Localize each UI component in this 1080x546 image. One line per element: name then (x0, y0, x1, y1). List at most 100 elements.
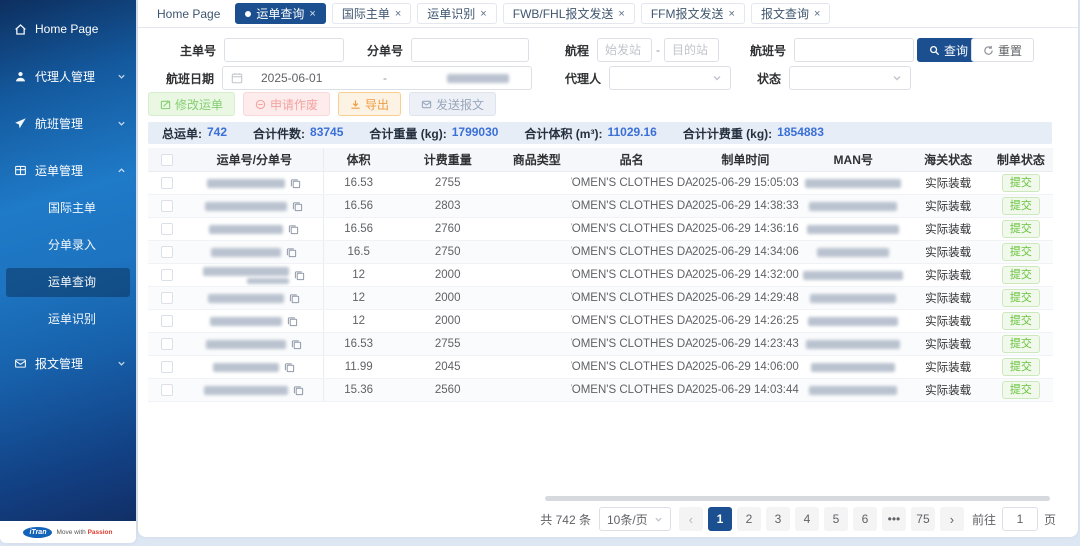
tab-label: FFM报文发送 (650, 7, 724, 21)
sidebar-item-home[interactable]: Home Page (0, 14, 136, 44)
page-button[interactable]: 4 (794, 507, 819, 531)
copy-icon[interactable] (287, 316, 298, 327)
copy-icon[interactable] (291, 339, 302, 350)
page-button[interactable]: 1 (707, 507, 732, 531)
tab-message-query[interactable]: 报文查询 × (750, 3, 831, 24)
cell-product-name: WOMEN'S CLOTHES DA... (571, 223, 692, 235)
flight-no-input[interactable] (794, 38, 915, 62)
tab-international-mawb[interactable]: 国际主单 × (331, 3, 412, 24)
hawb-input[interactable] (411, 38, 530, 62)
export-button[interactable]: 导出 (338, 92, 402, 116)
request-void-button[interactable]: 申请作废 (243, 92, 331, 116)
tab-home-page[interactable]: Home Page (148, 3, 229, 24)
agent-select[interactable] (609, 66, 732, 90)
cell-product-type (502, 241, 571, 263)
cell-chargeable-weight: 2755 (434, 177, 461, 189)
mawb-input[interactable] (224, 38, 345, 62)
cell-product-type (502, 218, 571, 240)
tab-close-icon[interactable]: × (729, 8, 735, 20)
action-toolbar: 修改运单 申请作废 导出 发送报文 (138, 90, 1078, 118)
status-select[interactable] (789, 66, 912, 90)
route-origin-input[interactable] (597, 38, 653, 62)
tab-fwb-fhl-send[interactable]: FWB/FHL报文发送 × (502, 3, 635, 24)
page-button[interactable]: 3 (765, 507, 790, 531)
copy-icon[interactable] (294, 270, 305, 281)
route-dest-input[interactable] (664, 38, 720, 62)
row-checkbox[interactable] (160, 200, 173, 212)
copy-icon[interactable] (292, 201, 303, 212)
flight-date-end-redacted (434, 73, 523, 83)
column-header: 制单时间 (721, 153, 770, 167)
tab-waybill-query[interactable]: 运单查询 × (235, 3, 326, 24)
tab-close-icon[interactable]: × (618, 8, 624, 20)
prev-page-button[interactable]: ‹ (678, 507, 703, 531)
sidebar: Home Page 代理人管理 航班管理 运单管理 国际主单 分单录入 运单查询… (0, 0, 136, 543)
tab-waybill-recognition[interactable]: 运单识别 × (417, 3, 497, 24)
summary-label: 合计体积 (m³): (524, 126, 603, 141)
man-number-redacted (803, 270, 904, 280)
route-separator: - (656, 43, 661, 57)
send-message-button[interactable]: 发送报文 (409, 92, 497, 116)
row-checkbox[interactable] (160, 315, 173, 327)
waybill-number-redacted (206, 339, 287, 349)
cell-product-type (502, 310, 571, 332)
sidebar-subitem-waybill-recognition[interactable]: 运单识别 (0, 305, 136, 334)
copy-icon[interactable] (290, 178, 301, 189)
tab-label: 运单查询 (256, 7, 305, 21)
select-all-checkbox[interactable] (160, 153, 173, 166)
copy-icon[interactable] (288, 224, 299, 235)
brand-footer: iTran Move with Passion (0, 521, 136, 543)
page-size-select[interactable]: 10条/页 (598, 507, 671, 531)
cell-product-type (502, 287, 571, 309)
tab-close-icon[interactable]: × (814, 8, 820, 20)
cell-created-time: 2025-06-29 15:05:03 (692, 177, 799, 189)
page-button[interactable]: 75 (910, 507, 935, 531)
sidebar-item-agent-management[interactable]: 代理人管理 (0, 61, 136, 91)
next-page-button[interactable]: › (939, 507, 964, 531)
copy-icon[interactable] (286, 247, 297, 258)
hawb-label: 分单号 (367, 43, 404, 58)
sidebar-subitem-hawb-entry[interactable]: 分单录入 (0, 231, 136, 260)
copy-icon[interactable] (289, 293, 300, 304)
row-checkbox[interactable] (160, 384, 173, 396)
tab-close-icon[interactable]: × (480, 8, 486, 20)
sidebar-item-flight-management[interactable]: 航班管理 (0, 108, 136, 138)
filter-form: 主单号 分单号 航程 - 航班号 查询 重置 航班日期 (138, 28, 1078, 90)
horizontal-scrollbar[interactable] (545, 496, 1050, 501)
row-checkbox[interactable] (160, 269, 173, 281)
row-checkbox[interactable] (160, 292, 173, 304)
flight-date-range-input[interactable]: 2025-06-01 - (222, 66, 533, 90)
man-number-redacted (805, 178, 902, 188)
goto-page-input[interactable] (1001, 507, 1038, 531)
copy-icon[interactable] (293, 385, 304, 396)
copy-icon[interactable] (284, 362, 295, 373)
row-checkbox[interactable] (160, 246, 173, 258)
table-row: 16.53 2755 WOMEN'S CLOTHES DA...2025-06-29… (148, 172, 1053, 195)
page-button[interactable]: 5 (823, 507, 848, 531)
row-checkbox[interactable] (160, 338, 173, 350)
sidebar-item-message-management[interactable]: 报文管理 (0, 348, 136, 378)
page-button[interactable]: 2 (736, 507, 761, 531)
mail-icon (15, 358, 26, 368)
sidebar-subitem-international-mawb[interactable]: 国际主单 (0, 194, 136, 223)
cell-customs-status: 实际装载 (925, 293, 972, 305)
chevron-down-icon (118, 74, 125, 79)
tab-close-icon[interactable]: × (309, 8, 315, 20)
sidebar-subitem-waybill-query[interactable]: 运单查询 (6, 268, 130, 297)
sidebar-item-waybill-management[interactable]: 运单管理 (0, 155, 136, 185)
cell-chargeable-weight: 2000 (434, 292, 461, 304)
calendar-icon (231, 73, 243, 84)
cell-customs-status: 实际装载 (925, 362, 972, 374)
more-pages-button[interactable]: ••• (881, 507, 906, 531)
tab-label: 报文查询 (760, 7, 809, 21)
row-checkbox[interactable] (160, 223, 173, 235)
tab-ffm-send[interactable]: FFM报文发送 × (640, 3, 745, 24)
reset-button[interactable]: 重置 (971, 38, 1035, 62)
row-checkbox[interactable] (160, 177, 173, 189)
tab-close-icon[interactable]: × (395, 8, 401, 20)
row-checkbox[interactable] (160, 361, 173, 373)
cell-product-name: WOMEN'S CLOTHES DA... (571, 292, 692, 304)
page-button[interactable]: 6 (852, 507, 877, 531)
pagination: 共 742 条 10条/页 ‹123456•••75› 前往 页 (540, 506, 1056, 532)
modify-waybill-button[interactable]: 修改运单 (148, 92, 236, 116)
